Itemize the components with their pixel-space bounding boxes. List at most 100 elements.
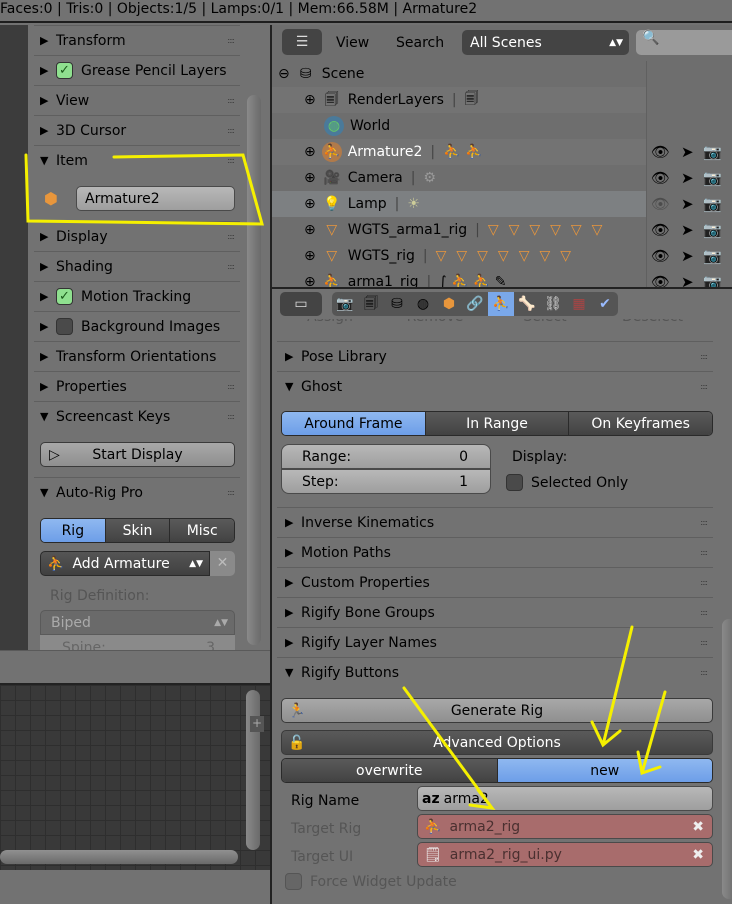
spine-field[interactable]: Spine: 3	[40, 635, 235, 650]
eye-icon[interactable]: 👁	[651, 247, 670, 265]
section-shading[interactable]: ▶ Shading::::	[34, 251, 240, 281]
checkbox-checked-icon[interactable]: ✓	[56, 62, 73, 79]
cursor-icon[interactable]: ➤	[681, 143, 694, 161]
render-tab-icon[interactable]: 📷	[332, 292, 358, 316]
expand-icon[interactable]: ⊕	[304, 274, 316, 287]
clear-icon[interactable]: ✖	[692, 819, 704, 835]
eye-icon[interactable]: 👁	[651, 221, 670, 239]
expand-icon[interactable]: ⊕	[304, 144, 316, 160]
selected-only-checkbox[interactable]: Selected Only	[506, 474, 628, 491]
menu-search[interactable]: Search	[396, 35, 444, 51]
render-icon[interactable]: 📷	[703, 273, 722, 287]
section-motion-paths[interactable]: ▶ Motion Paths::::	[277, 537, 713, 567]
section-auto-rig-pro[interactable]: ▼ Auto-Rig Pro::::	[34, 477, 240, 507]
expand-icon[interactable]: ⊕	[304, 222, 316, 238]
section-custom-properties[interactable]: ▶ Custom Properties::::	[277, 567, 713, 597]
clear-icon[interactable]: ✖	[692, 847, 704, 863]
section-screencast-keys[interactable]: ▼ Screencast Keys::::	[34, 401, 240, 431]
mode-overwrite[interactable]: overwrite	[282, 759, 498, 782]
eye-closed-icon[interactable]: 👁	[651, 195, 670, 213]
section-transform[interactable]: ▶ Transform::::	[34, 25, 240, 55]
rig-definition-dropdown[interactable]: Biped ▲▼	[40, 610, 235, 635]
ghost-around-frame[interactable]: Around Frame	[282, 412, 426, 435]
section-ghost[interactable]: ▼ Ghost::::	[277, 371, 713, 401]
properties-scrollbar[interactable]	[722, 619, 732, 899]
menu-view[interactable]: View	[336, 35, 369, 51]
section-rigify-bone-groups[interactable]: ▶ Rigify Bone Groups::::	[277, 597, 713, 627]
tab-misc[interactable]: Misc	[170, 519, 234, 542]
select-button[interactable]: Select	[490, 319, 600, 331]
bone-constraints-tab-icon[interactable]: ⛓	[540, 292, 566, 316]
checkbox-checked-icon[interactable]: ✓	[56, 288, 73, 305]
section-properties[interactable]: ▶ Properties::::	[34, 371, 240, 401]
bone-tab-icon[interactable]: 🦴	[514, 292, 540, 316]
section-3d-cursor[interactable]: ▶ 3D Cursor::::	[34, 115, 240, 145]
world-tab-icon[interactable]: ◍	[410, 292, 436, 316]
search-input[interactable]: 🔍	[636, 30, 732, 55]
generate-rig-button[interactable]: 🏃 Generate Rig	[281, 698, 713, 723]
renderlayers-tab-icon[interactable]: 🗐	[358, 292, 384, 316]
section-rigify-layer-names[interactable]: ▶ Rigify Layer Names::::	[277, 627, 713, 657]
object-name-field[interactable]: Armature2	[76, 186, 235, 211]
cursor-icon[interactable]: ➤	[681, 247, 694, 265]
texture-tab-icon[interactable]: ▦	[566, 292, 592, 316]
expand-icon[interactable]: ⊕	[304, 92, 316, 108]
grid-vertical-scrollbar[interactable]	[246, 690, 260, 850]
section-rigify-buttons[interactable]: ▼ Rigify Buttons::::	[277, 657, 713, 687]
expand-icon[interactable]: ⊕	[304, 170, 316, 186]
collapse-icon[interactable]: ⊖	[278, 66, 290, 82]
cursor-icon[interactable]: ➤	[681, 195, 694, 213]
ghost-in-range[interactable]: In Range	[425, 412, 570, 435]
tab-rig[interactable]: Rig	[41, 519, 106, 542]
add-armature-dropdown[interactable]: ⛹ Add Armature ▲▼	[40, 551, 210, 576]
section-item[interactable]: ▼ Item::::	[34, 145, 240, 175]
remove-button[interactable]: Remove	[380, 319, 490, 331]
force-widget-update-checkbox[interactable]: Force Widget Update	[285, 873, 457, 890]
assign-button[interactable]: Assign	[280, 319, 380, 331]
section-pose-library[interactable]: ▶ Pose Library::::	[277, 341, 713, 371]
cursor-icon[interactable]: ➤	[681, 273, 694, 287]
cursor-icon[interactable]: ➤	[681, 221, 694, 239]
expand-icon[interactable]: ⊕	[304, 196, 316, 212]
mode-new[interactable]: new	[497, 759, 712, 782]
ghost-step-field[interactable]: Step: 1	[281, 469, 491, 494]
ghost-on-keyframes[interactable]: On Keyframes	[569, 412, 712, 435]
armature-data-tab-icon[interactable]: ⛹	[488, 292, 514, 316]
section-background-images[interactable]: ▶ Background Images	[34, 311, 240, 341]
ghost-range-field[interactable]: Range: 0	[281, 444, 491, 469]
checkbox-unchecked-icon[interactable]	[56, 318, 73, 335]
render-icon[interactable]: 📷	[703, 143, 722, 161]
section-inverse-kinematics[interactable]: ▶ Inverse Kinematics::::	[277, 507, 713, 537]
deselect-button[interactable]: Deselect	[600, 319, 705, 331]
target-ui-field[interactable]: 🗒 arma2_rig_ui.py ✖	[417, 842, 713, 867]
tab-skin[interactable]: Skin	[105, 519, 171, 542]
start-display-button[interactable]: ▷ Start Display	[40, 442, 235, 467]
section-motion-tracking[interactable]: ▶ ✓ Motion Tracking	[34, 281, 240, 311]
section-transform-orientations[interactable]: ▶ Transform Orientations	[34, 341, 240, 371]
object-tab-icon[interactable]: ⬢	[436, 292, 462, 316]
constraints-tab-icon[interactable]: 🔗	[462, 292, 488, 316]
modifier-tab-icon[interactable]: ✔	[592, 292, 618, 316]
eye-icon[interactable]: 👁	[651, 169, 670, 187]
rig-name-input[interactable]: az arma2	[417, 786, 713, 811]
cursor-icon[interactable]: ➤	[681, 169, 694, 187]
plus-icon[interactable]: +	[250, 716, 264, 732]
scene-tab-icon[interactable]: ⛁	[384, 292, 410, 316]
section-view[interactable]: ▶ View::::	[34, 85, 240, 115]
target-rig-field[interactable]: ⛹ arma2_rig ✖	[417, 814, 713, 839]
expand-icon[interactable]: ⊕	[304, 248, 316, 264]
render-icon[interactable]: 📷	[703, 221, 722, 239]
section-display[interactable]: ▶ Display::::	[34, 221, 240, 251]
render-icon[interactable]: 📷	[703, 247, 722, 265]
render-icon[interactable]: 📷	[703, 195, 722, 213]
scene-filter-dropdown[interactable]: All Scenes ▲▼	[462, 30, 629, 55]
left-panel-scrollbar[interactable]	[247, 95, 261, 645]
render-icon[interactable]: 📷	[703, 169, 722, 187]
clear-icon[interactable]: ✕	[210, 551, 235, 576]
editor-type-icon[interactable]: ▭	[280, 292, 322, 316]
section-grease-pencil[interactable]: ▶ ✓ Grease Pencil Layers	[34, 55, 240, 85]
eye-icon[interactable]: 👁	[651, 143, 670, 161]
editor-type-icon[interactable]: ☰	[282, 29, 322, 55]
eye-icon[interactable]: 👁	[651, 273, 670, 287]
grid-horizontal-scrollbar[interactable]	[0, 850, 238, 864]
